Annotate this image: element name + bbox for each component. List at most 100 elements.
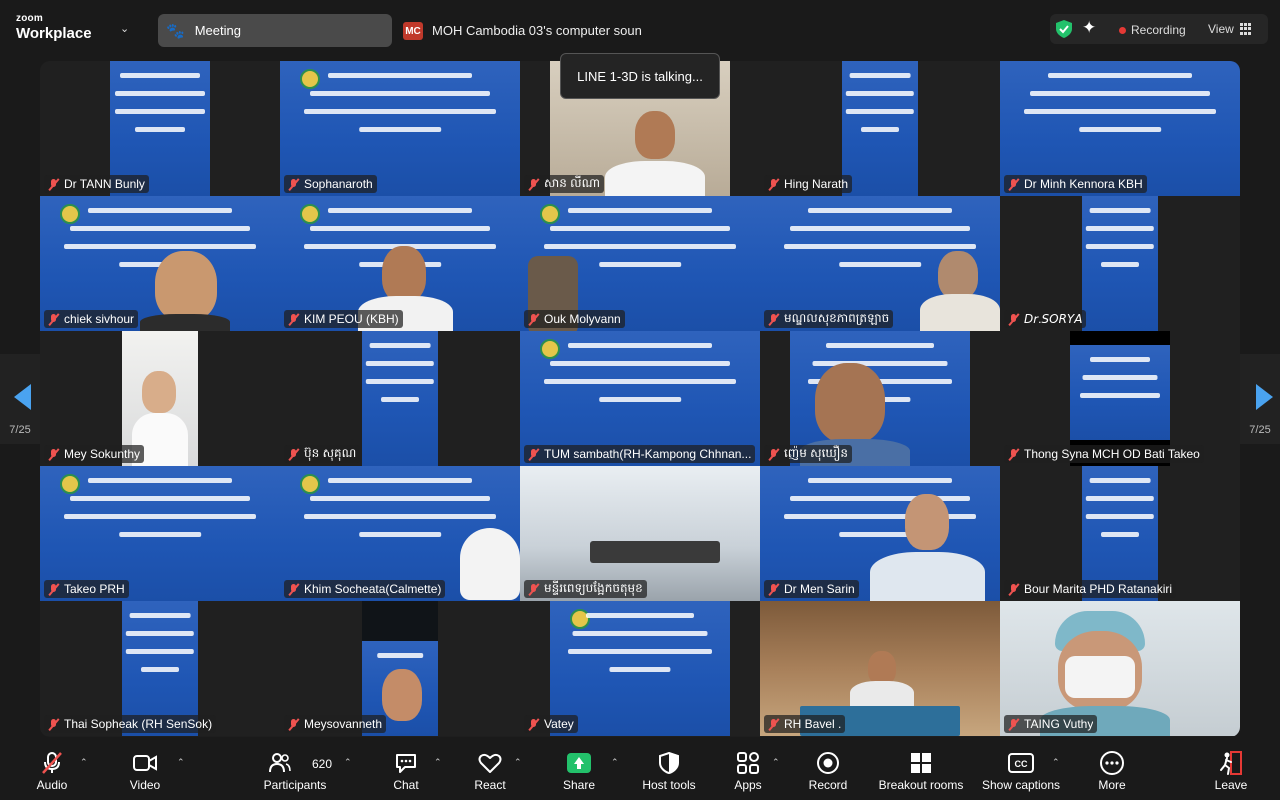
participant-tile[interactable]: Vatey — [520, 601, 760, 736]
participant-name-tag: Thai Sopheak (RH SenSok) — [44, 715, 217, 733]
participant-tile[interactable]: Sophanaroth — [280, 61, 520, 196]
previous-page-button[interactable]: 7/25 — [0, 354, 40, 444]
participant-tile[interactable]: Meysovanneth — [280, 601, 520, 736]
video-gallery: Dr TANN Bunly Sophanaroth សាន លីណា Hing … — [40, 61, 1240, 737]
audio-options-caret[interactable]: ⌃ — [80, 757, 88, 768]
captions-options-caret[interactable]: ⌃ — [1052, 757, 1060, 768]
mic-muted-icon — [767, 718, 780, 731]
participants-icon — [268, 750, 292, 776]
participant-tile[interactable]: មណ្ឌលសុខភាពត្រឡាច — [760, 196, 1000, 331]
breakout-grid-icon — [909, 750, 933, 776]
participants-options-caret[interactable]: ⌃ — [344, 757, 352, 768]
chat-options-caret[interactable]: ⌃ — [434, 757, 442, 768]
leave-button[interactable]: Leave — [1212, 750, 1250, 796]
shield-icon[interactable] — [1056, 20, 1072, 38]
grid-view-icon[interactable] — [1240, 23, 1252, 35]
apps-options-caret[interactable]: ⌃ — [772, 757, 780, 768]
participant-name-tag: Meysovanneth — [284, 715, 387, 733]
audio-button[interactable]: Audio — [32, 750, 72, 796]
video-button[interactable]: Video — [125, 750, 165, 796]
page-indicator: 7/25 — [9, 424, 31, 436]
participant-name-tag: 𝘋𝘳.𝘚𝘖𝘙𝘠𝘈 — [1004, 310, 1087, 328]
shield-icon — [659, 750, 679, 776]
shared-slide — [1082, 196, 1158, 331]
participant-tile[interactable]: Bour Marita PHD Ratanakiri — [1000, 466, 1240, 601]
participant-tile[interactable]: Dr Men Sarin — [760, 466, 1000, 601]
participant-name-tag: Khim Socheata(Calmette) — [284, 580, 446, 598]
mic-muted-icon — [527, 583, 540, 596]
meeting-pill[interactable]: 🐾 Meeting — [158, 14, 392, 47]
participant-tile[interactable]: RH Bavel . — [760, 601, 1000, 736]
participant-name-tag: Mey Sokunthy — [44, 445, 145, 463]
mic-muted-icon — [47, 583, 60, 596]
chevron-down-icon[interactable]: ⌄ — [120, 22, 129, 35]
host-tools-button[interactable]: Host tools — [638, 750, 700, 796]
participant-name-tag: Thong Syna MCH OD Bati Takeo — [1004, 445, 1204, 463]
mic-muted-icon — [767, 178, 780, 191]
mic-muted-icon — [767, 313, 780, 326]
participant-tile[interactable]: ញ៉េម សុឃឿន — [760, 331, 1000, 466]
mic-muted-icon — [527, 718, 540, 731]
video-options-caret[interactable]: ⌃ — [177, 757, 185, 768]
mic-muted-icon — [767, 583, 780, 596]
participant-name-tag: TUM sambath(RH-Kampong Chhnan... — [524, 445, 756, 463]
participant-name-tag: ប៊ុន សុគុណ — [284, 445, 361, 463]
show-captions-button[interactable]: CC Show captions — [980, 750, 1062, 796]
participant-name-tag: TAING Vuthy — [1004, 715, 1098, 733]
participant-name-tag: Takeo PRH — [44, 580, 129, 598]
breakout-rooms-button[interactable]: Breakout rooms — [876, 750, 966, 796]
share-options-caret[interactable]: ⌃ — [611, 757, 619, 768]
participant-name-tag: មន្ទីរពេទ្យបង្អែកចតុមុខ — [524, 580, 647, 598]
participant-tile[interactable]: TUM sambath(RH-Kampong Chhnan... — [520, 331, 760, 466]
camera-icon — [132, 750, 158, 776]
recording-dot-icon — [1119, 27, 1126, 34]
leave-icon — [1219, 750, 1243, 776]
participant-name-tag: KIM PEOU (KBH) — [284, 310, 403, 328]
participant-name-tag: Dr Minh Kennora KBH — [1004, 175, 1147, 193]
participant-tile[interactable]: Mey Sokunthy — [40, 331, 280, 466]
participant-name-tag: Vatey — [524, 715, 578, 733]
participant-tile[interactable]: Hing Narath — [760, 61, 1000, 196]
more-button[interactable]: More — [1094, 750, 1130, 796]
participant-name-tag: Bour Marita PHD Ratanakiri — [1004, 580, 1177, 598]
record-icon — [816, 750, 840, 776]
chat-button[interactable]: Chat — [388, 750, 424, 796]
participant-tile[interactable]: Khim Socheata(Calmette) — [280, 466, 520, 601]
participant-tile[interactable]: Dr TANN Bunly — [40, 61, 280, 196]
participant-tile[interactable]: Thong Syna MCH OD Bati Takeo — [1000, 331, 1240, 466]
participant-tile[interactable]: ប៊ុន សុគុណ — [280, 331, 520, 466]
mic-muted-icon — [287, 718, 300, 731]
participant-tile[interactable]: 𝘋𝘳.𝘚𝘖𝘙𝘠𝘈 — [1000, 196, 1240, 331]
participant-tile[interactable]: TAING Vuthy — [1000, 601, 1240, 736]
mic-muted-icon — [287, 583, 300, 596]
participant-tile[interactable]: Thai Sopheak (RH SenSok) — [40, 601, 280, 736]
participant-name-tag: RH Bavel . — [764, 715, 846, 733]
meeting-label: Meeting — [194, 23, 241, 38]
participant-tile[interactable]: Takeo PRH — [40, 466, 280, 601]
top-bar: zoom Workplace ⌄ 🐾 Meeting MC MOH Cambod… — [0, 0, 1280, 60]
mic-muted-icon — [1007, 313, 1020, 326]
react-options-caret[interactable]: ⌃ — [514, 757, 522, 768]
participant-tile[interactable]: Dr Minh Kennora KBH — [1000, 61, 1240, 196]
participant-tile[interactable]: Ouk Molyvann — [520, 196, 760, 331]
participant-tile[interactable]: chiek sivhour — [40, 196, 280, 331]
mic-muted-icon — [527, 178, 540, 191]
share-button[interactable]: Share — [560, 750, 598, 796]
arrow-left-icon — [14, 384, 31, 410]
participant-tile[interactable]: KIM PEOU (KBH) — [280, 196, 520, 331]
view-button[interactable]: View — [1208, 22, 1234, 36]
more-icon — [1099, 750, 1125, 776]
mic-muted-icon — [47, 313, 60, 326]
ai-companion-icon[interactable]: ✦ — [1082, 18, 1096, 38]
share-status-text[interactable]: MOH Cambodia 03's computer soun — [432, 23, 642, 38]
record-button[interactable]: Record — [806, 750, 850, 796]
recording-label[interactable]: Recording — [1131, 23, 1186, 37]
mic-muted-icon — [1007, 448, 1020, 461]
shared-slide — [362, 331, 438, 466]
app-logo: zoom Workplace — [16, 14, 92, 42]
next-page-button[interactable]: 7/25 — [1240, 354, 1280, 444]
mic-muted-icon — [527, 313, 540, 326]
apps-button[interactable]: Apps — [730, 750, 766, 796]
react-button[interactable]: React — [472, 750, 508, 796]
participant-tile[interactable]: មន្ទីរពេទ្យបង្អែកចតុមុខ — [520, 466, 760, 601]
